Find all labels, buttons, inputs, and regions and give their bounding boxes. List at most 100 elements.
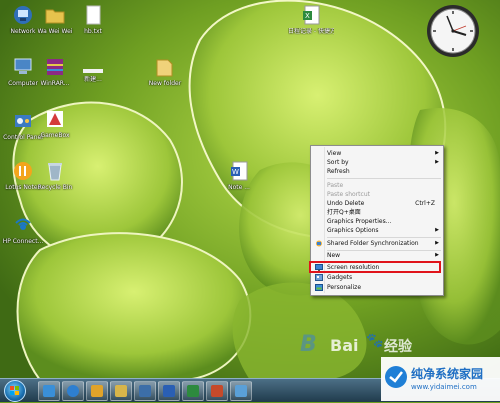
menu-item-new[interactable]: New ▶ — [311, 251, 443, 260]
taskbar-button-media-player[interactable] — [38, 381, 60, 401]
desktop-icon-word-file[interactable]: W Note ... — [216, 160, 262, 191]
svg-text:X: X — [305, 12, 310, 20]
winrar-icon — [44, 56, 66, 78]
taskbar-button-window[interactable] — [134, 381, 156, 401]
media-player-icon — [43, 385, 55, 397]
menu-item-gadgets[interactable]: Gadgets — [311, 273, 443, 282]
desktop-icon-blank[interactable]: 新建... — [70, 68, 116, 83]
menu-separator — [327, 178, 441, 179]
computer-icon — [12, 56, 34, 78]
desktop-icon-excel-shortcut[interactable]: X 日程记录 - 快捷方式 — [288, 4, 334, 35]
paw-icon: 🐾 — [366, 333, 384, 349]
menu-item-label: 打开Q+桌面 — [327, 209, 361, 216]
menu-item-label: Undo Delete — [327, 200, 365, 207]
sync-icon — [315, 240, 323, 247]
icon-label: HP Connect... — [2, 238, 44, 245]
menu-item-label: Graphics Options — [327, 227, 379, 234]
lotus-icon — [12, 160, 34, 182]
desktop-icon-new-folder[interactable]: New folder — [142, 56, 188, 87]
word-file-icon: W — [228, 160, 250, 182]
menu-item-label: Shared Folder Synchronization — [327, 240, 419, 247]
window-icon — [139, 385, 151, 397]
menu-item-label: Graphics Properties... — [327, 218, 392, 225]
clock-gadget[interactable] — [426, 4, 480, 58]
site-url: www.yidaimei.com — [411, 383, 477, 391]
menu-item-graphics-options[interactable]: Graphics Options ▶ — [311, 226, 443, 235]
desktop-icon-recycle-bin[interactable]: Recycle Bin — [32, 160, 78, 191]
menu-item-paste[interactable]: Paste — [311, 181, 443, 190]
menu-item-shortcut: Ctrl+Z — [415, 200, 435, 207]
taskbar-button-excel[interactable] — [182, 381, 204, 401]
svg-text:W: W — [232, 168, 239, 176]
submenu-arrow-icon: ▶ — [435, 252, 439, 258]
personalize-icon — [315, 284, 323, 291]
highlight-box — [309, 261, 441, 273]
site-watermark-badge: 纯净系统家园 www.yidaimei.com — [381, 357, 500, 401]
menu-item-label: Refresh — [327, 168, 350, 175]
menu-item-label: Gadgets — [327, 274, 353, 281]
menu-item-refresh[interactable]: Refresh — [311, 167, 443, 176]
desktop-icon-game[interactable]: GameBox — [32, 108, 78, 139]
desktop-icon-hp-connect[interactable]: HP Connect... — [0, 214, 46, 245]
icon-label: Recycle Bin — [37, 184, 73, 191]
start-button[interactable] — [4, 380, 26, 402]
word-icon — [163, 385, 175, 397]
icon-label: New folder — [148, 80, 182, 87]
blank-icon — [82, 68, 104, 74]
submenu-arrow-icon: ▶ — [435, 159, 439, 165]
taskbar-button-explorer[interactable] — [110, 381, 132, 401]
game-icon — [44, 108, 66, 130]
site-logo-icon — [385, 366, 407, 388]
menu-item-undo-delete[interactable]: Undo Delete Ctrl+Z — [311, 199, 443, 208]
watermark-jingyan: 经验 — [384, 339, 412, 355]
hp-connect-icon — [12, 214, 34, 236]
menu-item-label: Paste shortcut — [327, 191, 370, 198]
icon-label: Note ... — [228, 184, 250, 191]
taskbar-button-outlook[interactable] — [86, 381, 108, 401]
windows-logo-icon — [10, 386, 19, 395]
icon-label: 新建... — [84, 76, 102, 83]
control-panel-icon — [12, 110, 34, 132]
menu-item-shared-folder-sync[interactable]: Shared Folder Synchronization ▶ — [311, 239, 443, 248]
menu-item-open-q-desktop[interactable]: 打开Q+桌面 — [311, 208, 443, 217]
menu-item-label: View — [327, 150, 342, 157]
menu-separator — [327, 237, 441, 238]
document-icon — [82, 4, 104, 26]
excel-file-icon: X — [300, 4, 322, 26]
site-name: 纯净系统家园 — [411, 367, 484, 381]
network-icon — [12, 4, 34, 26]
icon-label: hb.txt — [84, 28, 102, 35]
outlook-icon — [91, 385, 103, 397]
app-icon — [235, 385, 247, 397]
excel-icon — [187, 385, 199, 397]
powerpoint-icon — [211, 385, 223, 397]
icon-label: 日程记录 - 快捷方式 — [288, 28, 334, 35]
context-menu: View ▶ Sort by ▶ Refresh Paste Paste sho… — [310, 145, 444, 296]
submenu-arrow-icon: ▶ — [435, 240, 439, 246]
desktop-icon-document[interactable]: hb.txt — [70, 4, 116, 35]
menu-item-label: New — [327, 252, 341, 259]
menu-item-sort-by[interactable]: Sort by ▶ — [311, 158, 443, 167]
folder-icon — [44, 4, 66, 26]
menu-item-personalize[interactable]: Personalize — [311, 283, 443, 292]
taskbar-button-word[interactable] — [158, 381, 180, 401]
menu-item-label: Personalize — [327, 284, 362, 291]
taskbar-button-ie[interactable] — [62, 381, 84, 401]
icon-label: GameBox — [40, 132, 70, 139]
menu-item-graphics-properties[interactable]: Graphics Properties... — [311, 217, 443, 226]
watermark-logo-b: B — [300, 332, 317, 357]
gadgets-icon — [315, 274, 323, 281]
menu-item-label: Sort by — [327, 159, 349, 166]
folder-icon-2 — [154, 56, 176, 78]
explorer-icon — [115, 385, 127, 397]
menu-item-label: Paste — [327, 182, 344, 189]
recycle-bin-icon — [44, 160, 66, 182]
taskbar-button-powerpoint[interactable] — [206, 381, 228, 401]
submenu-arrow-icon: ▶ — [435, 227, 439, 233]
menu-item-view[interactable]: View ▶ — [311, 149, 443, 158]
ie-icon — [67, 385, 79, 397]
taskbar-button-app[interactable] — [230, 381, 252, 401]
menu-item-paste-shortcut[interactable]: Paste shortcut — [311, 190, 443, 199]
watermark-baidu: Bai — [330, 336, 359, 355]
submenu-arrow-icon: ▶ — [435, 150, 439, 156]
